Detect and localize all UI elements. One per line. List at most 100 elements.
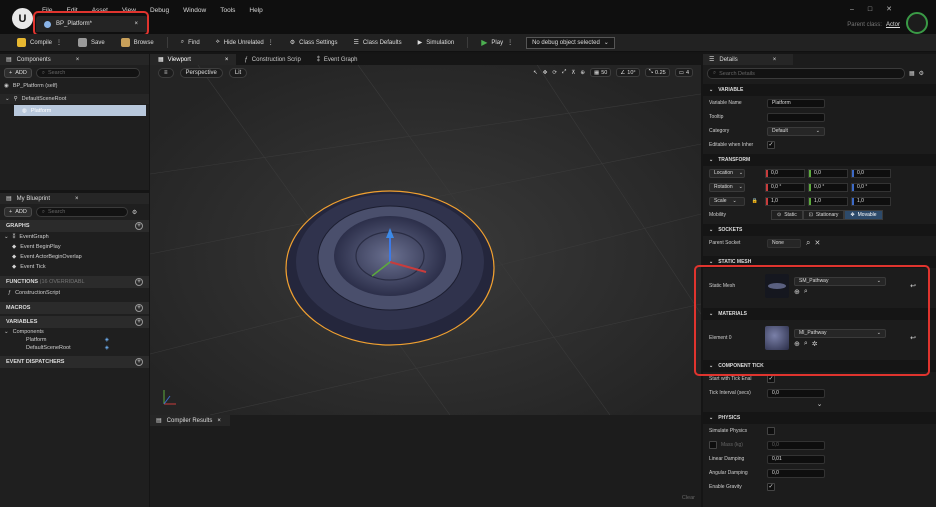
more-icon[interactable]: ⋮ <box>56 39 62 46</box>
add-macro-icon[interactable]: + <box>135 304 143 312</box>
scale-x[interactable]: 1,0 <box>765 196 805 206</box>
perspective-button[interactable]: Perspective <box>179 68 223 78</box>
close-icon[interactable]: × <box>76 57 80 63</box>
component-root[interactable]: ⌄ ⚲ DefaultSceneRoot <box>0 94 149 104</box>
angular-damping-field[interactable]: 0,0 <box>767 468 825 478</box>
macros-section[interactable]: MACROS + <box>0 302 149 314</box>
add-dispatcher-icon[interactable]: + <box>135 358 143 366</box>
add-graph-icon[interactable]: + <box>135 222 143 230</box>
clear-button[interactable]: Clear <box>682 495 695 501</box>
variable-name-field[interactable]: Platform <box>767 98 825 108</box>
rotation-snap-button[interactable]: ∠ 10° <box>616 68 640 77</box>
debug-object-select[interactable]: No debug object selected ⌄ <box>526 36 615 49</box>
event-item[interactable]: ◆ Event Tick <box>0 262 149 272</box>
mobility-stationary[interactable]: ⊡ Stationary <box>802 210 845 220</box>
tab-viewport[interactable]: ▦ Viewport × <box>150 54 237 65</box>
mobility-movable[interactable]: ✥ Movable <box>844 210 883 220</box>
location-y[interactable]: 0,0 <box>808 168 848 178</box>
parent-socket-field[interactable]: None <box>767 238 801 248</box>
gear-icon[interactable]: ⚙ <box>919 70 924 77</box>
construction-script-item[interactable]: ƒ ConstructionScript <box>0 288 149 298</box>
editable-checkbox[interactable]: ✓ <box>767 141 775 149</box>
close-window-button[interactable]: ✕ <box>886 5 892 13</box>
viewport-menu-icon[interactable]: ≡ <box>158 68 174 78</box>
components-tab[interactable]: ▤ Components × <box>0 54 149 65</box>
menu-tools[interactable]: Tools <box>220 7 235 14</box>
close-icon[interactable]: × <box>773 57 777 63</box>
component-platform[interactable]: ◍ Platform <box>14 105 146 116</box>
world-icon[interactable]: ⊕ <box>580 70 585 76</box>
clear-icon[interactable]: ✕ <box>814 239 820 247</box>
blueprint-search-input[interactable]: ⌕ Search <box>35 207 128 217</box>
compile-button[interactable]: Compile ⋮ <box>14 36 65 50</box>
gear-icon[interactable]: ⚙ <box>132 209 137 216</box>
move-icon[interactable]: ✥ <box>543 70 548 76</box>
class-defaults-button[interactable]: ☰ Class Defaults <box>351 36 405 50</box>
more-icon[interactable]: ⋮ <box>268 39 274 46</box>
lit-button[interactable]: Lit <box>228 68 248 78</box>
unreal-logo-icon[interactable]: U <box>12 8 33 29</box>
variables-section[interactable]: VARIABLES + <box>0 316 149 328</box>
physics-section[interactable]: ⌄ PHYSICS <box>703 412 936 424</box>
event-item[interactable]: ◆ Event BeginPlay <box>0 242 149 252</box>
location-select[interactable]: Location ⌄ <box>709 168 745 178</box>
add-variable-icon[interactable]: + <box>135 318 143 326</box>
lock-icon[interactable]: 🔒 <box>748 198 762 204</box>
event-dispatchers-section[interactable]: EVENT DISPATCHERS + <box>0 356 149 368</box>
category-select[interactable]: Default ⌄ <box>767 126 825 136</box>
close-icon[interactable]: × <box>75 196 79 202</box>
simulate-physics-checkbox[interactable] <box>767 427 775 435</box>
scale-snap-button[interactable]: ⤡ 0.25 <box>644 68 670 77</box>
find-button[interactable]: ⌕ Find <box>178 36 203 50</box>
class-settings-button[interactable]: ⚙ Class Settings <box>287 36 341 50</box>
menu-help[interactable]: Help <box>249 7 262 14</box>
add-function-icon[interactable]: + <box>135 278 143 286</box>
add-member-button[interactable]: + ADD <box>4 207 32 217</box>
event-item[interactable]: ◆ Event ActorBeginOverlap <box>0 252 149 262</box>
graphs-section[interactable]: GRAPHS + <box>0 220 149 232</box>
platform-mesh-icon[interactable] <box>285 190 495 346</box>
tooltip-field[interactable] <box>767 112 825 122</box>
mass-override-checkbox[interactable] <box>709 441 717 449</box>
view-options-icon[interactable]: ▦ <box>909 70 915 77</box>
viewport[interactable] <box>150 54 701 415</box>
minimize-button[interactable]: – <box>850 6 854 13</box>
hide-unrelated-button[interactable]: ⟡ Hide Unrelated ⋮ <box>213 36 277 50</box>
tab-construction-script[interactable]: ƒ Construction Scrip <box>236 54 308 65</box>
rotation-y[interactable]: 0,0 ° <box>808 182 848 192</box>
enable-gravity-checkbox[interactable]: ✓ <box>767 483 775 491</box>
rotate-icon[interactable]: ⟳ <box>552 70 557 76</box>
variable-section[interactable]: ⌄ VARIABLE <box>703 84 936 96</box>
component-self[interactable]: ◉ BP_Platform (self) <box>0 81 149 91</box>
close-icon[interactable]: × <box>225 57 229 63</box>
restore-button[interactable]: □ <box>868 6 872 13</box>
components-search-input[interactable]: ⌕ Search <box>35 68 140 78</box>
play-button[interactable]: ▶ Play ⋮ <box>478 36 516 50</box>
rotation-select[interactable]: Rotation ⌄ <box>709 182 745 192</box>
functions-section[interactable]: FUNCTIONS (16 OVERRIDABL + <box>0 276 149 288</box>
start-tick-checkbox[interactable]: ✓ <box>767 375 775 383</box>
scale-select[interactable]: Scale ⌄ <box>709 196 745 206</box>
menu-debug[interactable]: Debug <box>150 7 169 14</box>
more-icon[interactable]: ⋮ <box>507 39 513 46</box>
simulation-button[interactable]: ▶ Simulation <box>415 36 458 50</box>
parent-class-link[interactable]: Actor <box>886 22 900 28</box>
transform-section[interactable]: ⌄ TRANSFORM <box>703 154 936 166</box>
linear-damping-field[interactable]: 0,01 <box>767 454 825 464</box>
sockets-section[interactable]: ⌄ SOCKETS <box>703 224 936 236</box>
compiler-results-tab[interactable]: ▤ Compiler Results × <box>150 415 230 426</box>
add-component-button[interactable]: + ADD <box>4 68 32 78</box>
search-icon[interactable]: ⌕ <box>806 238 810 248</box>
mobility-static[interactable]: ⊙ Static <box>771 210 803 220</box>
rotation-z[interactable]: 0,0 ° <box>851 182 891 192</box>
tab-event-graph[interactable]: ⁑ Event Graph <box>309 54 366 65</box>
location-z[interactable]: 0,0 <box>851 168 891 178</box>
location-x[interactable]: 0,0 <box>765 168 805 178</box>
scale-z[interactable]: 1,0 <box>851 196 891 206</box>
components-category[interactable]: ⌄ Components <box>0 328 149 336</box>
scale-icon[interactable]: ⤢ <box>562 69 566 76</box>
advanced-expand-icon[interactable]: ⌄ <box>703 400 936 410</box>
grid-snap-button[interactable]: ▦ 50 <box>590 68 612 77</box>
menu-window[interactable]: Window <box>183 7 206 14</box>
surface-snap-icon[interactable]: ⊼ <box>571 70 575 76</box>
